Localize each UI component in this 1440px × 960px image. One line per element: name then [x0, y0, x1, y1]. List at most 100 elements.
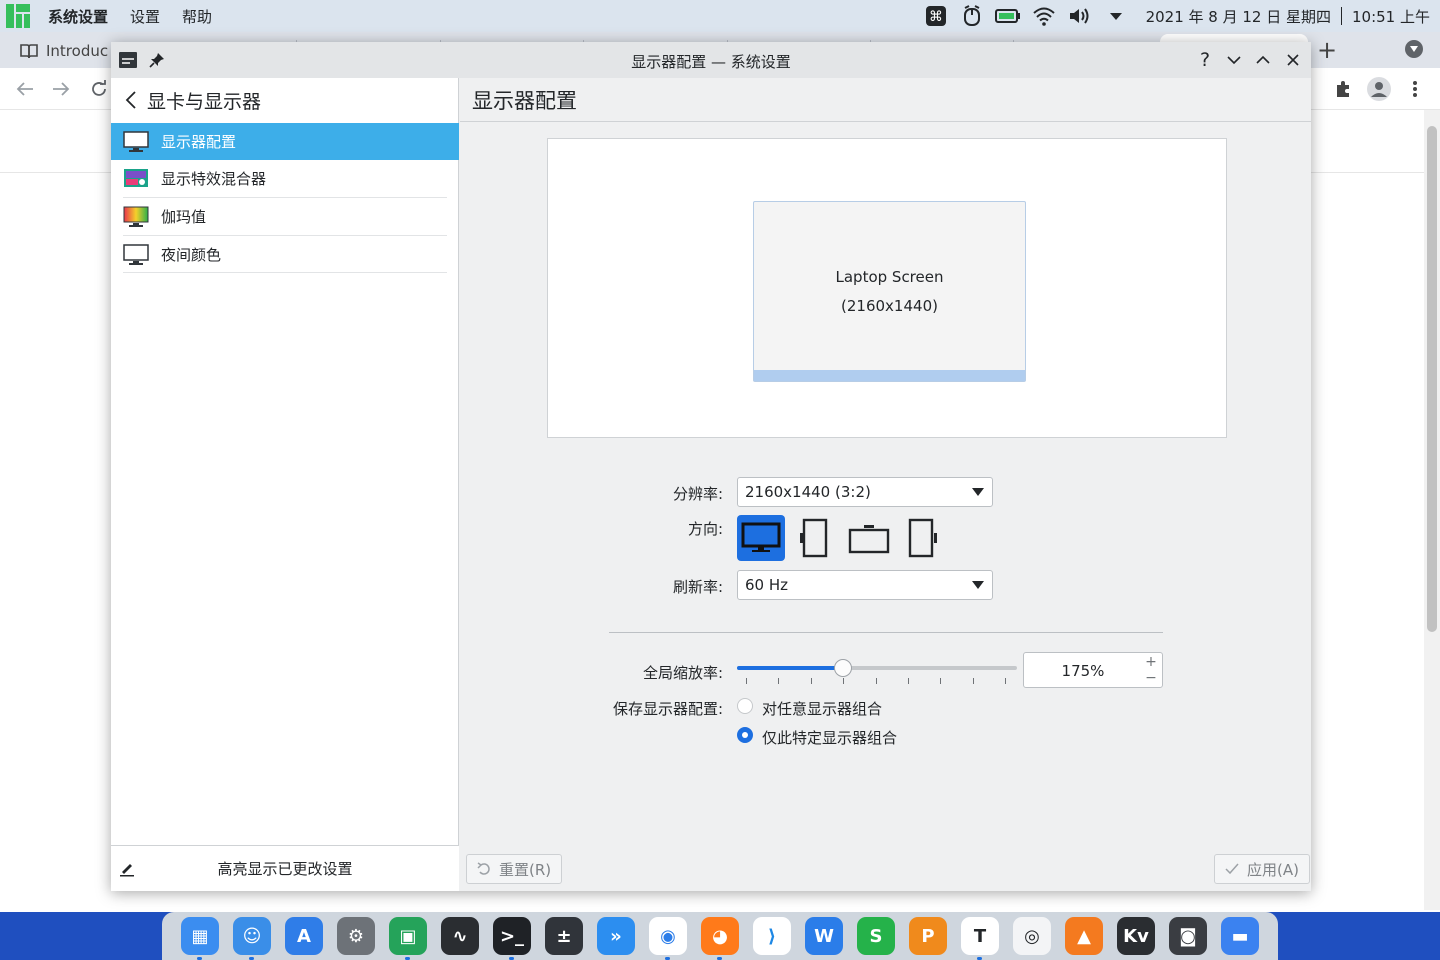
screen-name: Laptop Screen — [835, 268, 944, 286]
volume-icon[interactable] — [1064, 0, 1096, 32]
night-color-icon — [123, 243, 149, 265]
sidebar-item-night-color[interactable]: 夜间颜色 — [111, 236, 459, 273]
screenshot-icon[interactable]: ◙ — [1169, 917, 1207, 955]
orientation-right-button[interactable] — [899, 515, 947, 561]
tray-expand-icon[interactable] — [1100, 0, 1132, 32]
decrease-icon[interactable]: − — [1144, 671, 1158, 685]
calculator-icon[interactable]: ± — [545, 917, 583, 955]
slider-tick — [972, 678, 974, 684]
browser-tab[interactable]: Introduc — [0, 36, 108, 66]
orientation-landscape-button[interactable] — [737, 515, 785, 561]
terminal-icon[interactable]: >_ — [493, 917, 531, 955]
system-tray: ⌘ 2021 年 8 月 12 日 星期四 10:51 上午 — [916, 0, 1440, 32]
mouse-icon[interactable] — [956, 0, 988, 32]
tab-search-icon[interactable] — [1405, 40, 1423, 58]
save-specific-combination-radio[interactable] — [737, 727, 753, 743]
reload-icon[interactable] — [86, 76, 112, 102]
sidebar-item-label: 显示特效混合器 — [161, 170, 267, 188]
global-scale-value: 175% — [1061, 662, 1105, 680]
top-panel: 系统设置 设置 帮助 ⌘ 2021 年 8 月 12 日 星期四 10:51 上… — [0, 0, 1440, 32]
wps-sheet-icon[interactable]: S — [857, 917, 895, 955]
global-scale-spinbox[interactable]: 175% + − — [1023, 652, 1163, 688]
battery-icon[interactable] — [992, 0, 1024, 32]
launcher-icon[interactable]: ▦ — [181, 917, 219, 955]
app-store-icon[interactable]: A — [285, 917, 323, 955]
kvantum-icon[interactable]: Kv — [1117, 917, 1155, 955]
sidebar-item-label: 夜间颜色 — [161, 246, 222, 264]
close-icon[interactable] — [1282, 49, 1304, 71]
orientation-left-button[interactable] — [791, 515, 839, 561]
page-scrollbar[interactable] — [1424, 110, 1440, 910]
wps-writer-icon[interactable]: W — [805, 917, 843, 955]
slider-tick — [810, 678, 812, 684]
vscode-icon[interactable]: ⟩ — [753, 917, 791, 955]
global-scale-slider[interactable] — [737, 659, 1017, 677]
browser-menu-icon[interactable] — [1402, 76, 1428, 102]
svg-text:⌘: ⌘ — [929, 9, 943, 25]
typora-icon[interactable]: T — [961, 917, 999, 955]
preview-icon[interactable]: ◎ — [1013, 917, 1051, 955]
menu-help[interactable]: 帮助 — [182, 6, 212, 27]
slider-tick — [1005, 678, 1007, 684]
settings-icon[interactable]: ⚙ — [337, 917, 375, 955]
back-icon[interactable] — [12, 76, 38, 102]
resolution-select[interactable]: 2160x1440 (3:2) — [737, 477, 993, 507]
slider-handle[interactable] — [834, 659, 853, 677]
highlight-changes-toggle[interactable]: 高亮显示已更改设置 — [111, 845, 459, 891]
apply-button[interactable]: 应用(A) — [1214, 854, 1310, 884]
laptop-screen-output[interactable]: Laptop Screen (2160x1440) — [753, 201, 1026, 382]
finder-icon[interactable]: ☺ — [233, 917, 271, 955]
refresh-rate-select[interactable]: 60 Hz — [737, 570, 993, 600]
slider-tick — [843, 678, 845, 684]
compositor-icon — [124, 168, 148, 187]
section-separator — [609, 632, 1163, 633]
profile-icon[interactable] — [1366, 76, 1392, 102]
sidebar-item-label: 伽玛值 — [161, 208, 207, 226]
vlc-icon[interactable]: ▲ — [1065, 917, 1103, 955]
scrollbar-thumb[interactable] — [1427, 126, 1437, 632]
save-any-combination-label[interactable]: 对任意显示器组合 — [762, 698, 882, 719]
chrome-icon[interactable]: ◉ — [649, 917, 687, 955]
slider-tick — [746, 678, 747, 684]
activity-icon[interactable]: ∿ — [441, 917, 479, 955]
slider-tick — [778, 678, 780, 684]
sidebar-item-compositor[interactable]: 显示特效混合器 — [111, 160, 459, 197]
command-key-icon[interactable]: ⌘ — [920, 0, 952, 32]
sidebar-item-gamma[interactable]: 伽玛值 — [111, 198, 459, 235]
extensions-icon[interactable] — [1330, 76, 1356, 102]
monitor-icon — [123, 130, 149, 152]
date-display[interactable]: 2021 年 8 月 12 日 星期四 — [1146, 6, 1331, 27]
back-chevron-icon[interactable] — [125, 91, 137, 109]
wps-slide-icon[interactable]: P — [909, 917, 947, 955]
main-panel: 显示器配置 Laptop Screen (2160x1440) 分辨率: 216… — [460, 78, 1311, 891]
dropdown-arrow-icon — [972, 581, 984, 589]
folder-icon[interactable]: ▬ — [1221, 917, 1259, 955]
orientation-inverted-button[interactable] — [845, 515, 893, 561]
system-monitor-icon[interactable]: ▣ — [389, 917, 427, 955]
book-icon — [20, 44, 38, 59]
save-specific-combination-label[interactable]: 仅此特定显示器组合 — [762, 727, 897, 748]
manjaro-logo[interactable] — [4, 2, 32, 30]
reset-button[interactable]: 重置(R) — [466, 854, 563, 884]
help-icon[interactable]: ? — [1194, 49, 1216, 71]
wifi-icon[interactable] — [1028, 0, 1060, 32]
time-display[interactable]: 10:51 上午 — [1352, 6, 1430, 27]
new-tab-icon[interactable]: + — [1316, 36, 1338, 64]
dialog-titlebar[interactable]: 显示器配置 — 系统设置 ? — [111, 42, 1311, 78]
increase-icon[interactable]: + — [1144, 655, 1158, 669]
minimize-icon[interactable] — [1223, 49, 1245, 71]
firefox-icon[interactable]: ◕ — [701, 917, 739, 955]
rotate-right-icon — [908, 518, 937, 558]
display-preview: Laptop Screen (2160x1440) — [547, 138, 1227, 438]
forward-icon[interactable] — [48, 76, 74, 102]
app-menu-name[interactable]: 系统设置 — [48, 6, 108, 27]
slider-tick — [908, 678, 909, 684]
browser-tab-title: Introduc — [46, 42, 109, 60]
swift-icon[interactable]: » — [597, 917, 635, 955]
resolution-label: 分辨率: — [672, 485, 723, 503]
sidebar-item-display-config[interactable]: 显示器配置 — [111, 123, 459, 160]
maximize-icon[interactable] — [1252, 49, 1274, 71]
save-any-combination-radio[interactable] — [737, 698, 753, 714]
menu-settings[interactable]: 设置 — [130, 6, 160, 27]
rotate-inverted-icon — [848, 525, 890, 554]
